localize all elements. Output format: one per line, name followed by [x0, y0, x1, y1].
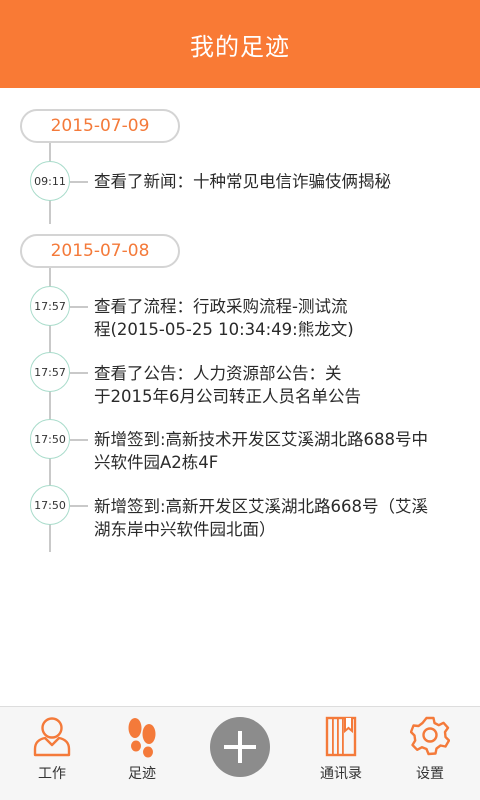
app-header: 我的足迹 — [0, 0, 480, 88]
footprint-timeline[interactable]: 2015-07-09 09:11 查看了新闻：十种常见电信诈骗伎俩揭秘 2015… — [0, 88, 480, 706]
page-title: 我的足迹 — [190, 32, 290, 61]
list-item[interactable]: 查看了新闻：十种常见电信诈骗伎俩揭秘 — [94, 170, 474, 193]
timeline-connector — [70, 505, 88, 507]
tab-footprint[interactable]: 足迹 — [94, 707, 190, 800]
add-button[interactable] — [210, 717, 270, 777]
date-label: 2015-07-09 — [20, 109, 180, 143]
tab-label: 设置 — [416, 766, 444, 782]
timeline-connector — [70, 372, 88, 374]
date-label: 2015-07-08 — [20, 234, 180, 268]
tab-contacts[interactable]: 通讯录 — [293, 707, 389, 800]
tab-settings[interactable]: 设置 — [382, 707, 478, 800]
tab-label: 工作 — [38, 766, 66, 782]
tab-label: 通讯录 — [320, 766, 362, 782]
time-badge: 17:50 — [30, 419, 70, 459]
bottom-tab-bar: 工作 足迹 通讯录 设置 — [0, 706, 480, 800]
timeline-connector — [70, 439, 88, 441]
list-item[interactable]: 新增签到:高新技术开发区艾溪湖北路688号中 兴软件园A2栋4F — [94, 428, 474, 474]
time-badge: 09:11 — [30, 161, 70, 201]
list-item[interactable]: 查看了公告：人力资源部公告：关 于2015年6月公司转正人员名单公告 — [94, 362, 474, 408]
time-badge: 17:57 — [30, 352, 70, 392]
timeline-connector — [70, 306, 88, 308]
list-item[interactable]: 新增签到:高新开发区艾溪湖北路668号（艾溪 湖东岸中兴软件园北面） — [94, 495, 474, 541]
time-badge: 17:57 — [30, 286, 70, 326]
time-badge: 17:50 — [30, 485, 70, 525]
list-item[interactable]: 查看了流程：行政采购流程-测试流 程(2015-05-25 10:34:49:熊… — [94, 295, 474, 341]
tab-label: 足迹 — [128, 766, 156, 782]
tab-work[interactable]: 工作 — [4, 707, 100, 800]
timeline-connector — [70, 181, 88, 183]
